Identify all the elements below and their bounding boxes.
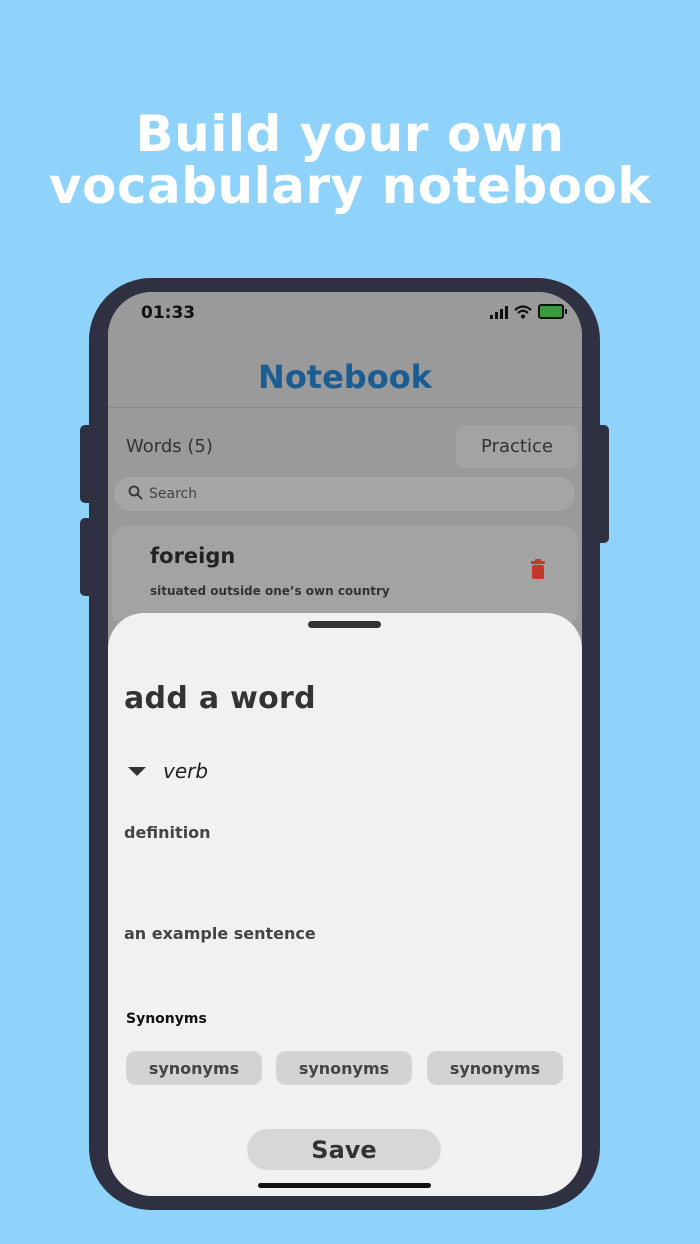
practice-button[interactable]: Practice [456,425,578,468]
promo-headline: Build your own vocabulary notebook [0,108,700,212]
search-placeholder: Search [149,486,198,502]
synonym-field[interactable]: synonyms [276,1051,412,1085]
part-of-speech-value: verb [163,759,209,783]
word-definition: situated outside one’s own country [150,584,390,598]
search-icon [128,485,143,504]
example-sentence-field[interactable]: an example sentence [124,924,316,943]
word-title: foreign [150,544,236,568]
signal-icon [490,305,508,319]
headline-line-2: vocabulary notebook [48,157,652,215]
synonyms-label: Synonyms [126,1011,207,1027]
home-indicator[interactable] [258,1183,431,1188]
sheet-grabber[interactable] [308,621,381,628]
add-word-sheet: add a word verb definition an example se… [108,613,582,1196]
headline-line-1: Build your own [135,105,565,163]
save-button[interactable]: Save [247,1129,441,1170]
part-of-speech-dropdown[interactable]: verb [128,759,208,783]
words-count-label: Words (5) [126,436,213,457]
caret-down-icon [128,766,146,776]
sheet-title: add a word [124,681,316,716]
battery-icon [538,304,567,319]
synonym-field[interactable]: synonyms [126,1051,262,1085]
synonym-field[interactable]: synonyms [427,1051,563,1085]
search-input[interactable]: Search [114,477,575,511]
header-divider [108,407,582,408]
app-title: Notebook [258,358,432,396]
trash-icon[interactable] [530,559,546,579]
status-time: 01:33 [141,303,196,323]
definition-field[interactable]: definition [124,823,211,842]
phone-screen: 01:33 Notebook Words (5) Practice Search… [108,292,582,1196]
word-card[interactable]: foreign situated outside one’s own count… [112,526,578,626]
wifi-icon [514,304,532,318]
status-icons [490,304,567,319]
